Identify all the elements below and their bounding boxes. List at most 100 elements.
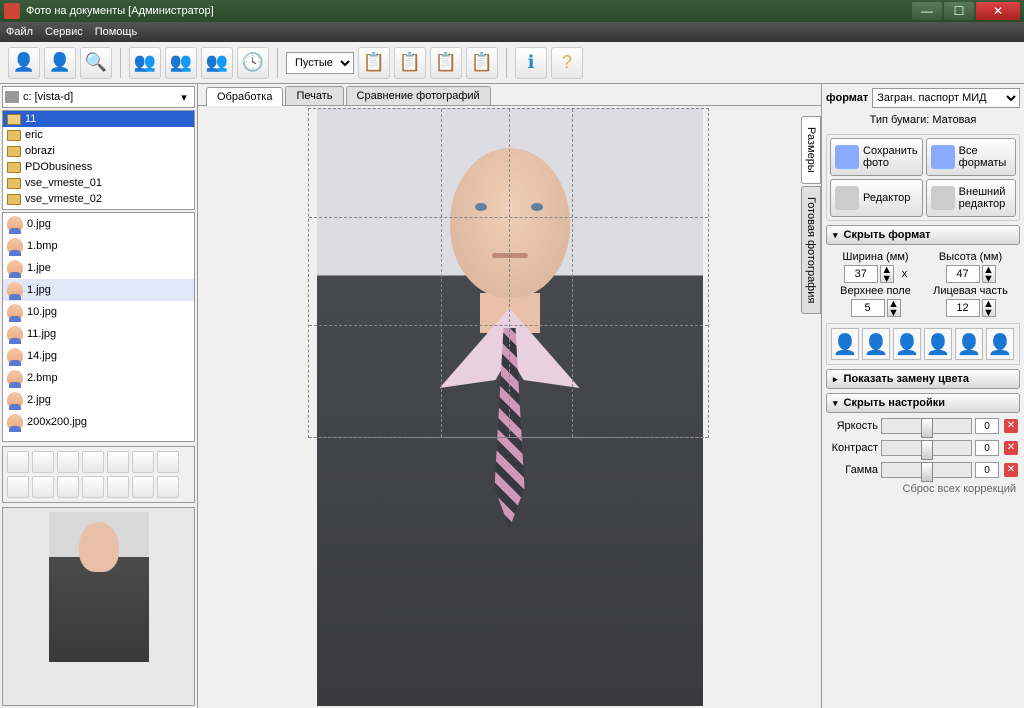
- width-input[interactable]: [844, 265, 878, 283]
- file-item[interactable]: 200x200.jpg: [3, 411, 194, 433]
- mini-btn-2[interactable]: [32, 451, 54, 473]
- drive-dropdown-icon[interactable]: ▾: [176, 91, 192, 104]
- face-input[interactable]: [946, 299, 980, 317]
- show-color-bar[interactable]: ▸ Показать замену цвета: [826, 369, 1020, 389]
- toolbar-btn-3[interactable]: 🔍: [80, 47, 112, 79]
- toolbar-btn-11[interactable]: 📋: [466, 47, 498, 79]
- minimize-button[interactable]: —: [912, 2, 942, 20]
- folder-item[interactable]: vse_vmeste_02: [3, 191, 194, 207]
- toolbar-btn-8[interactable]: 📋: [358, 47, 390, 79]
- toolbar-btn-9[interactable]: 📋: [394, 47, 426, 79]
- file-item[interactable]: 1.bmp: [3, 235, 194, 257]
- file-item[interactable]: 2.jpg: [3, 389, 194, 411]
- toolbar-btn-5[interactable]: 👥: [165, 47, 197, 79]
- gamma-reset[interactable]: ✕: [1004, 463, 1018, 477]
- mini-btn-3[interactable]: [57, 451, 79, 473]
- toolbar-btn-2[interactable]: 👤: [44, 47, 76, 79]
- brightness-reset[interactable]: ✕: [1004, 419, 1018, 433]
- format-thumb-3[interactable]: 👤: [893, 328, 921, 360]
- file-icon: [7, 216, 23, 232]
- mini-btn-7[interactable]: [157, 451, 179, 473]
- mini-btn-6[interactable]: [132, 451, 154, 473]
- mini-btn-11[interactable]: [82, 476, 104, 498]
- file-item[interactable]: 2.bmp: [3, 367, 194, 389]
- contrast-slider[interactable]: [881, 440, 972, 456]
- menu-service[interactable]: Сервис: [45, 26, 83, 38]
- folder-item[interactable]: 11: [3, 111, 194, 127]
- mini-btn-9[interactable]: [32, 476, 54, 498]
- canvas: Размеры Готовая фотография: [198, 106, 821, 708]
- height-input[interactable]: [946, 265, 980, 283]
- vtab-sizes[interactable]: Размеры: [801, 116, 821, 184]
- height-spinner[interactable]: ▲▼: [982, 265, 996, 283]
- format-thumb-1[interactable]: 👤: [831, 328, 859, 360]
- file-name: 2.jpg: [27, 394, 51, 406]
- photo-image[interactable]: [317, 108, 703, 706]
- brightness-slider[interactable]: [881, 418, 972, 434]
- toolbar-btn-1[interactable]: 👤: [8, 47, 40, 79]
- drive-selector[interactable]: c: [vista-d] ▾: [2, 86, 195, 108]
- brightness-value[interactable]: [975, 418, 999, 434]
- format-thumb-4[interactable]: 👤: [924, 328, 952, 360]
- toolbar-btn-10[interactable]: 📋: [430, 47, 462, 79]
- file-item[interactable]: 10.jpg: [3, 301, 194, 323]
- width-spinner[interactable]: ▲▼: [880, 265, 894, 283]
- mini-btn-5[interactable]: [107, 451, 129, 473]
- mini-btn-4[interactable]: [82, 451, 104, 473]
- file-item[interactable]: 11.jpg: [3, 323, 194, 345]
- maximize-button[interactable]: ☐: [944, 2, 974, 20]
- top-field-spinner[interactable]: ▲▼: [887, 299, 901, 317]
- file-item[interactable]: 1.jpe: [3, 257, 194, 279]
- mini-btn-8[interactable]: [7, 476, 29, 498]
- contrast-reset[interactable]: ✕: [1004, 441, 1018, 455]
- menu-file[interactable]: Файл: [6, 26, 33, 38]
- reset-all-label[interactable]: Сброс всех коррекций: [826, 483, 1020, 495]
- external-editor-button[interactable]: Внешний редактор: [926, 179, 1016, 217]
- tab-print[interactable]: Печать: [285, 86, 343, 105]
- toolbar-help-button[interactable]: ?: [551, 47, 583, 79]
- format-thumb-2[interactable]: 👤: [862, 328, 890, 360]
- hide-settings-bar[interactable]: ▾ Скрыть настройки: [826, 393, 1020, 413]
- menubar: Файл Сервис Помощь: [0, 22, 1024, 42]
- mini-btn-12[interactable]: [107, 476, 129, 498]
- width-label: Ширина (мм): [832, 251, 919, 263]
- file-item[interactable]: 0.jpg: [3, 213, 194, 235]
- mini-btn-13[interactable]: [132, 476, 154, 498]
- contrast-value[interactable]: [975, 440, 999, 456]
- sidebar: c: [vista-d] ▾ 11ericobraziPDObusiness vs…: [0, 84, 198, 708]
- hide-format-bar[interactable]: ▾ Скрыть формат: [826, 225, 1020, 245]
- folder-name: vse_vmeste_01: [25, 177, 102, 189]
- toolbar-btn-4[interactable]: 👥: [129, 47, 161, 79]
- format-select[interactable]: Загран. паспорт МИД: [872, 88, 1020, 108]
- toolbar-info-button[interactable]: ℹ: [515, 47, 547, 79]
- drive-label: c: [vista-d]: [23, 91, 176, 103]
- folder-item[interactable]: PDObusiness: [3, 159, 194, 175]
- file-item[interactable]: 14.jpg: [3, 345, 194, 367]
- editor-button[interactable]: Редактор: [830, 179, 923, 217]
- all-formats-button[interactable]: Все форматы: [926, 138, 1016, 176]
- save-photo-button[interactable]: Сохранить фото: [830, 138, 923, 176]
- format-thumb-6[interactable]: 👤: [986, 328, 1014, 360]
- folder-item[interactable]: eric: [3, 127, 194, 143]
- close-button[interactable]: ✕: [976, 2, 1020, 20]
- toolbar-btn-7[interactable]: 🕓: [237, 47, 269, 79]
- face-spinner[interactable]: ▲▼: [982, 299, 996, 317]
- file-item[interactable]: 1.jpg: [3, 279, 194, 301]
- mini-btn-10[interactable]: [57, 476, 79, 498]
- menu-help[interactable]: Помощь: [95, 26, 138, 38]
- top-field-input[interactable]: [851, 299, 885, 317]
- action-buttons: Сохранить фото Все форматы Редактор Внеш…: [826, 134, 1020, 221]
- toolbar-dropdown[interactable]: Пустые: [286, 52, 354, 74]
- mini-btn-1[interactable]: [7, 451, 29, 473]
- format-thumb-5[interactable]: 👤: [955, 328, 983, 360]
- vtab-ready[interactable]: Готовая фотография: [801, 186, 821, 314]
- folder-item[interactable]: vse_vmeste_01: [3, 175, 194, 191]
- toolbar-btn-6[interactable]: 👥: [201, 47, 233, 79]
- tab-processing[interactable]: Обработка: [206, 87, 283, 106]
- folder-item[interactable]: obrazi: [3, 143, 194, 159]
- gamma-value[interactable]: [975, 462, 999, 478]
- gamma-slider[interactable]: [881, 462, 972, 478]
- center-panel: Обработка Печать Сравнение фотографий Ра…: [198, 84, 821, 708]
- tab-compare[interactable]: Сравнение фотографий: [346, 86, 491, 105]
- mini-btn-14[interactable]: [157, 476, 179, 498]
